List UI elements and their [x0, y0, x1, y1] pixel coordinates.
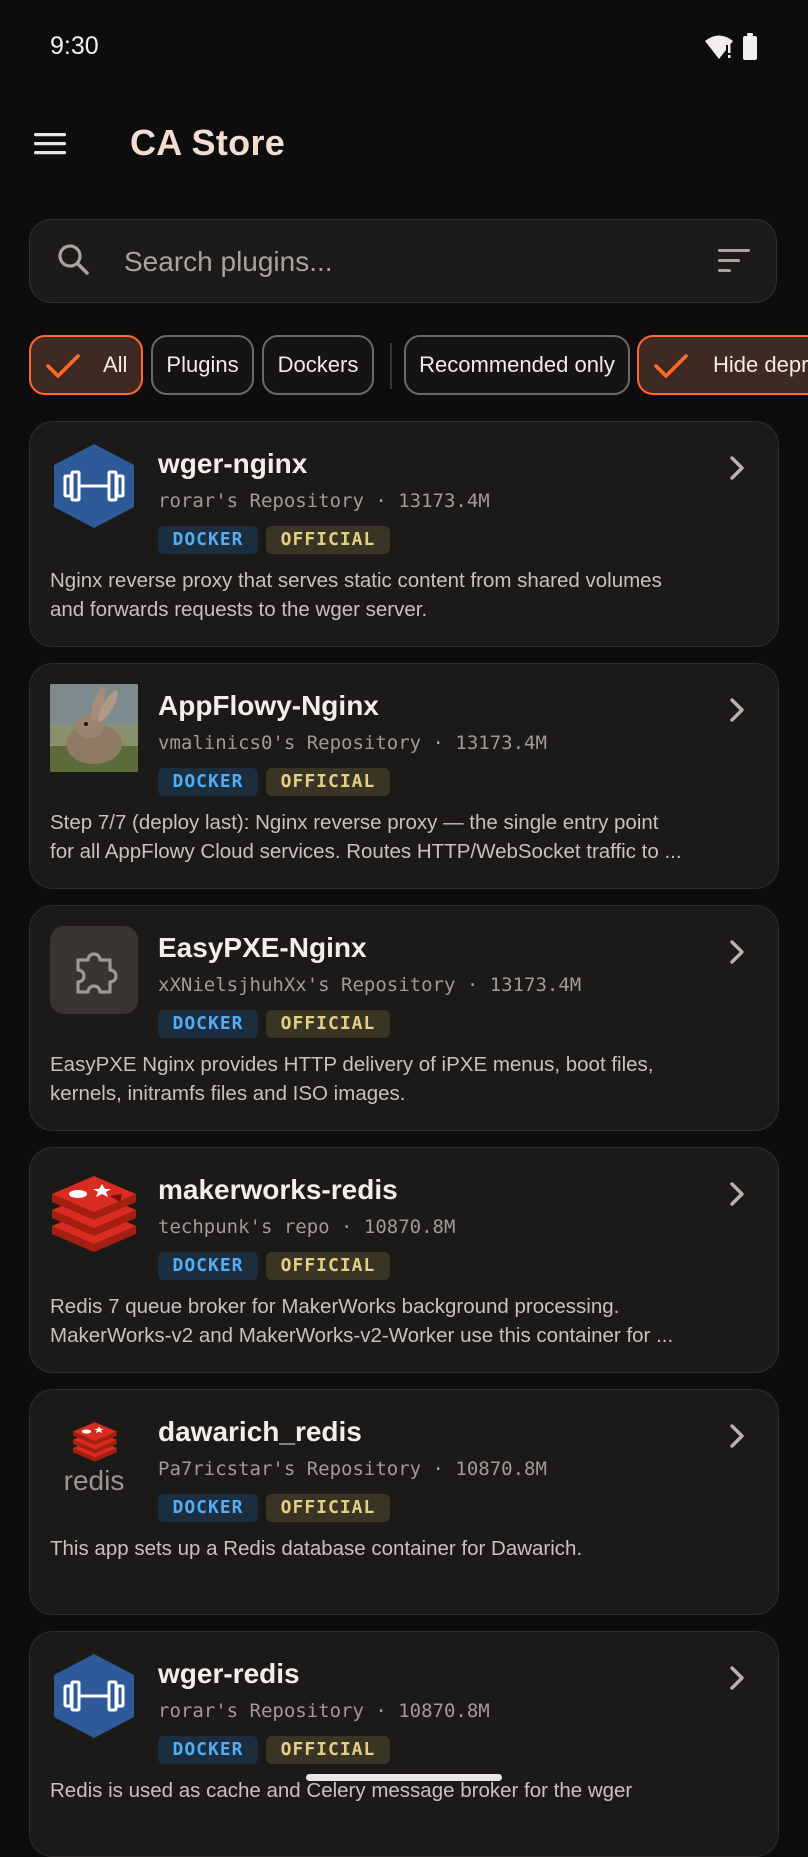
chip-label: Dockers: [277, 352, 359, 377]
battery-icon: [743, 33, 757, 60]
chevron-right-icon: [730, 940, 744, 964]
menu-icon[interactable]: [30, 122, 74, 166]
wifi-alert-icon: [705, 35, 733, 59]
rabbit-photo: [50, 684, 138, 772]
plugin-repository: rorar's Repository · 10870.8M: [158, 1700, 490, 1722]
plugin-card[interactable]: EasyPXE-Nginx xXNielsjhuhXx's Repository…: [29, 905, 779, 1131]
puzzle-piece-icon: [50, 926, 138, 1014]
redis-logo-icon: redis: [50, 1410, 138, 1498]
plugin-description: This app sets up a Redis database contai…: [50, 1534, 770, 1563]
plugin-description: Redis 7 queue broker for MakerWorks back…: [50, 1292, 770, 1350]
plugin-repository: vmalinics0's Repository · 13173.4M: [158, 732, 547, 754]
docker-badge: DOCKER: [158, 768, 258, 796]
chip-label: Plugins: [166, 352, 239, 377]
chip-label: Recommended only: [419, 352, 615, 377]
official-badge: OFFICIAL: [266, 1736, 390, 1764]
plugin-card[interactable]: wger-redis rorar's Repository · 10870.8M…: [29, 1631, 779, 1857]
page-title: CA Store: [130, 122, 286, 163]
docker-badge: DOCKER: [158, 1010, 258, 1038]
official-badge: OFFICIAL: [266, 1252, 390, 1280]
plugin-card[interactable]: redis dawarich_redis Pa7ricstar's Reposi…: [29, 1389, 779, 1615]
status-bar: 9:30: [0, 0, 808, 96]
description-line: for all AppFlowy Cloud services. Routes …: [50, 840, 682, 863]
description-line: MakerWorks-v2 and MakerWorks-v2-Worker u…: [50, 1324, 674, 1347]
sort-icon[interactable]: [716, 244, 752, 278]
description-line: Step 7/7 (deploy last): Nginx reverse pr…: [50, 811, 659, 834]
svg-text:redis: redis: [64, 1465, 125, 1496]
docker-badge: DOCKER: [158, 1494, 258, 1522]
plugin-title: EasyPXE-Nginx: [158, 932, 367, 963]
search-icon: [58, 244, 89, 275]
plugin-repository: techpunk's repo · 10870.8M: [158, 1216, 456, 1238]
official-badge: OFFICIAL: [266, 526, 390, 554]
plugin-description: EasyPXE Nginx provides HTTP delivery of …: [50, 1050, 770, 1108]
check-icon: [46, 354, 80, 378]
check-icon: [654, 354, 688, 378]
plugin-card[interactable]: AppFlowy-Nginx vmalinics0's Repository ·…: [29, 663, 779, 889]
chip-divider: [390, 343, 392, 389]
chip-dockers[interactable]: Dockers: [262, 335, 374, 395]
redis-cube-icon: [50, 1168, 138, 1256]
description-line: kernels, initramfs files and ISO images.: [50, 1082, 406, 1105]
search-bar[interactable]: [29, 219, 777, 303]
chevron-right-icon: [730, 698, 744, 722]
plugin-repository: rorar's Repository · 13173.4M: [158, 490, 490, 512]
chevron-right-icon: [730, 1666, 744, 1690]
status-time: 9:30: [50, 32, 99, 60]
chevron-right-icon: [730, 1424, 744, 1448]
plugin-title: makerworks-redis: [158, 1174, 398, 1205]
plugin-repository: xXNielsjhuhXx's Repository · 13173.4M: [158, 974, 582, 996]
plugin-title: dawarich_redis: [158, 1416, 362, 1447]
official-badge: OFFICIAL: [266, 1010, 390, 1038]
app-bar: CA Store: [0, 100, 808, 190]
chip-plugins[interactable]: Plugins: [151, 335, 254, 395]
chevron-right-icon: [730, 1182, 744, 1206]
official-badge: OFFICIAL: [266, 1494, 390, 1522]
chip-hide-deprecated[interactable]: Hide depre: [637, 335, 808, 395]
docker-badge: DOCKER: [158, 526, 258, 554]
description-line: EasyPXE Nginx provides HTTP delivery of …: [50, 1053, 654, 1076]
chip-all[interactable]: All: [29, 335, 143, 395]
plugin-card[interactable]: makerworks-redis techpunk's repo · 10870…: [29, 1147, 779, 1373]
plugin-description: Step 7/7 (deploy last): Nginx reverse pr…: [50, 808, 770, 866]
docker-badge: DOCKER: [158, 1252, 258, 1280]
plugin-title: wger-nginx: [158, 448, 308, 479]
wger-dumbbell-icon: [50, 1652, 138, 1740]
plugin-description: Nginx reverse proxy that serves static c…: [50, 566, 770, 624]
chip-label: Hide depre: [713, 352, 808, 377]
plugin-title: wger-redis: [158, 1658, 300, 1689]
description-line: and forwards requests to the wger server…: [50, 598, 428, 621]
description-line: Redis 7 queue broker for MakerWorks back…: [50, 1295, 620, 1318]
description-line: Nginx reverse proxy that serves static c…: [50, 569, 662, 592]
docker-badge: DOCKER: [158, 1736, 258, 1764]
chip-recommended-only[interactable]: Recommended only: [404, 335, 630, 395]
official-badge: OFFICIAL: [266, 768, 390, 796]
plugin-repository: Pa7ricstar's Repository · 10870.8M: [158, 1458, 547, 1480]
search-input[interactable]: [122, 234, 646, 290]
home-indicator[interactable]: [306, 1774, 502, 1781]
wger-dumbbell-icon: [50, 442, 138, 530]
plugin-card[interactable]: wger-nginx rorar's Repository · 13173.4M…: [29, 421, 779, 647]
chip-label: All: [103, 352, 128, 377]
chevron-right-icon: [730, 456, 744, 480]
description-line: This app sets up a Redis database contai…: [50, 1537, 583, 1560]
filter-chip-row: All Plugins Dockers Recommended only Hid…: [0, 335, 808, 397]
plugin-title: AppFlowy-Nginx: [158, 690, 379, 721]
